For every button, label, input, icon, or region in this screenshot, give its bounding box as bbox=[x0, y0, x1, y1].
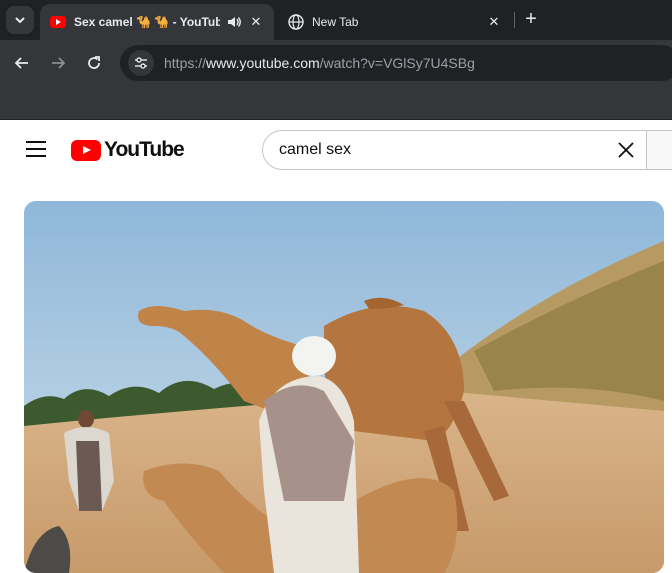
close-tab-icon[interactable]: ✕ bbox=[248, 14, 264, 30]
video-frame bbox=[24, 201, 664, 573]
search-input[interactable]: camel sex bbox=[262, 130, 646, 170]
tab-new-tab[interactable]: New Tab ✕ bbox=[278, 4, 512, 40]
back-button[interactable] bbox=[10, 51, 34, 75]
menu-icon[interactable] bbox=[26, 141, 46, 157]
speaker-icon[interactable] bbox=[226, 14, 242, 30]
youtube-favicon-icon bbox=[50, 14, 66, 30]
tab-title: Sex camel 🐪 🐪 - YouTube bbox=[74, 15, 220, 29]
close-tab-icon[interactable]: ✕ bbox=[486, 14, 502, 30]
tab-title: New Tab bbox=[312, 15, 359, 29]
tab-strip: Sex camel 🐪 🐪 - YouTube ✕ New Tab ✕ + bbox=[0, 0, 672, 40]
search-button[interactable] bbox=[646, 130, 672, 170]
reload-icon bbox=[88, 56, 100, 69]
video-player[interactable] bbox=[24, 201, 664, 573]
url-host: www.youtube.com bbox=[206, 55, 320, 71]
search-query: camel sex bbox=[279, 141, 352, 158]
tab-divider bbox=[514, 12, 515, 28]
clear-search-button[interactable] bbox=[606, 131, 646, 169]
arrow-right-icon bbox=[52, 57, 66, 69]
bookmarks-bar bbox=[0, 86, 672, 120]
chevron-down-icon bbox=[15, 17, 25, 24]
tune-icon bbox=[135, 57, 147, 69]
youtube-logo-text: YouTube bbox=[104, 138, 185, 161]
youtube-header: YouTube camel sex bbox=[0, 120, 672, 178]
forward-button[interactable] bbox=[46, 51, 70, 75]
address-bar[interactable]: https://www.youtube.com/watch?v=VGlSy7U4… bbox=[120, 45, 672, 81]
chrome-globe-icon bbox=[288, 14, 304, 30]
youtube-logo[interactable]: YouTube bbox=[71, 138, 185, 162]
browser-toolbar: https://www.youtube.com/watch?v=VGlSy7U4… bbox=[0, 40, 672, 86]
youtube-play-icon bbox=[71, 139, 101, 161]
url-text: https://www.youtube.com/watch?v=VGlSy7U4… bbox=[164, 55, 475, 71]
reload-button[interactable] bbox=[82, 51, 106, 75]
close-icon bbox=[618, 142, 634, 158]
tab-search-button[interactable] bbox=[6, 6, 34, 34]
new-tab-button[interactable]: + bbox=[520, 8, 542, 30]
tab-youtube[interactable]: Sex camel 🐪 🐪 - YouTube ✕ bbox=[40, 4, 274, 40]
site-info-button[interactable] bbox=[128, 50, 154, 76]
arrow-left-icon bbox=[14, 57, 28, 69]
url-scheme: https:// bbox=[164, 55, 207, 71]
url-path: /watch?v=VGlSy7U4SBg bbox=[319, 55, 475, 71]
